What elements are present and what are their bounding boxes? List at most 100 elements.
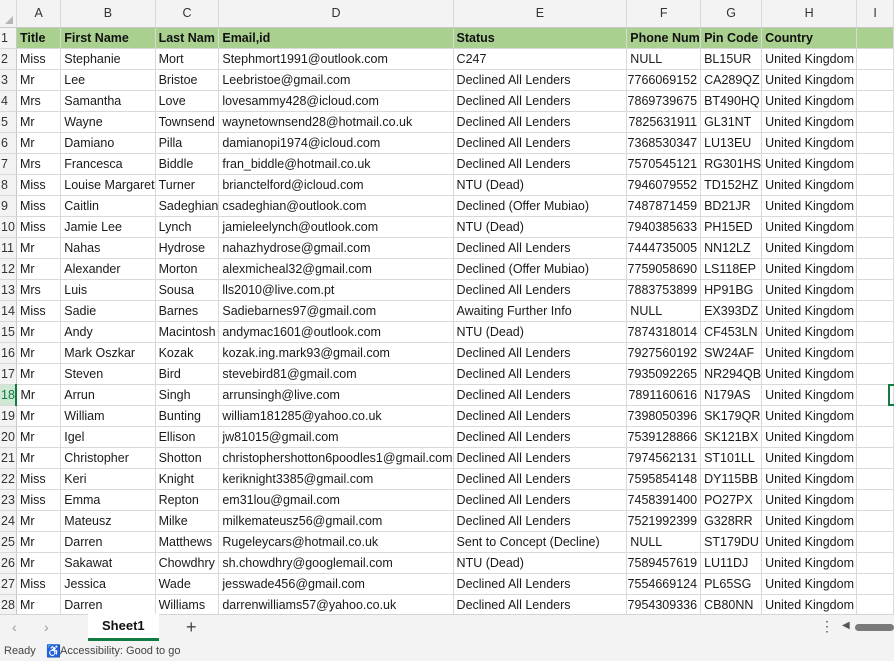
row-number[interactable]: 13 <box>0 279 17 301</box>
table-cell[interactable]: 7539128866 <box>626 426 702 448</box>
table-cell[interactable] <box>856 90 894 112</box>
row-number[interactable]: 12 <box>0 258 17 280</box>
table-cell[interactable]: Mr <box>16 111 62 133</box>
table-cell[interactable]: Mateusz <box>60 510 156 532</box>
table-cell[interactable]: Francesca <box>60 153 156 175</box>
table-cell[interactable]: csadeghian@outlook.com <box>218 195 454 217</box>
table-cell[interactable]: Declined All Lenders <box>453 447 628 469</box>
table-cell[interactable]: United Kingdom <box>761 48 858 70</box>
table-cell[interactable]: 7940385633 <box>626 216 702 238</box>
row-number[interactable]: 2 <box>0 48 17 70</box>
column-header-a[interactable]: A <box>16 0 62 28</box>
table-cell[interactable]: Declined All Lenders <box>453 237 628 259</box>
table-cell[interactable]: milkemateusz56@gmail.com <box>218 510 454 532</box>
table-cell[interactable]: 7954309336 <box>626 594 702 614</box>
table-cell[interactable]: Kozak <box>155 342 220 364</box>
table-cell[interactable] <box>856 216 894 238</box>
table-cell[interactable]: keriknight3385@gmail.com <box>218 468 454 490</box>
table-cell[interactable]: christophershotton6poodles1@gmail.com <box>218 447 454 469</box>
table-cell[interactable]: Mr <box>16 237 62 259</box>
table-cell[interactable]: Shotton <box>155 447 220 469</box>
header-cell[interactable]: Last Nam <box>155 27 220 49</box>
prev-sheet-button[interactable]: ‹ <box>12 619 17 635</box>
table-cell[interactable] <box>856 447 894 469</box>
table-cell[interactable]: 7766069152 <box>626 69 702 91</box>
table-cell[interactable]: Igel <box>60 426 156 448</box>
table-cell[interactable]: C247 <box>453 48 628 70</box>
table-cell[interactable] <box>856 363 894 385</box>
header-cell[interactable]: First Name <box>60 27 156 49</box>
table-cell[interactable]: Mrs <box>16 90 62 112</box>
table-cell[interactable]: Miss <box>16 174 62 196</box>
table-cell[interactable]: Mr <box>16 426 62 448</box>
header-cell[interactable]: Phone Num <box>626 27 702 49</box>
table-cell[interactable]: nahazhydrose@gmail.com <box>218 237 454 259</box>
table-cell[interactable]: Declined All Lenders <box>453 279 628 301</box>
table-cell[interactable]: 7946079552 <box>626 174 702 196</box>
table-cell[interactable]: Pilla <box>155 132 220 154</box>
table-cell[interactable]: Matthews <box>155 531 220 553</box>
table-cell[interactable]: 7398050396 <box>626 405 702 427</box>
table-cell[interactable]: em31lou@gmail.com <box>218 489 454 511</box>
table-cell[interactable]: kozak.ing.mark93@gmail.com <box>218 342 454 364</box>
table-cell[interactable]: 7874318014 <box>626 321 702 343</box>
table-cell[interactable]: Wayne <box>60 111 156 133</box>
table-cell[interactable]: Sakawat <box>60 552 156 574</box>
column-header-f[interactable]: F <box>626 0 702 28</box>
row-number[interactable]: 5 <box>0 111 17 133</box>
table-cell[interactable]: Declined All Lenders <box>453 510 628 532</box>
table-cell[interactable] <box>856 48 894 70</box>
table-cell[interactable]: Sousa <box>155 279 220 301</box>
table-cell[interactable]: EX393DZ <box>700 300 763 322</box>
table-cell[interactable]: United Kingdom <box>761 510 858 532</box>
table-cell[interactable]: 7883753899 <box>626 279 702 301</box>
table-cell[interactable]: 7974562131 <box>626 447 702 469</box>
table-cell[interactable]: Chowdhry <box>155 552 220 574</box>
table-cell[interactable]: Mr <box>16 321 62 343</box>
table-cell[interactable]: United Kingdom <box>761 342 858 364</box>
column-header-g[interactable]: G <box>700 0 763 28</box>
accessibility-icon[interactable]: ♿ <box>46 641 61 661</box>
table-cell[interactable]: Damiano <box>60 132 156 154</box>
table-cell[interactable]: SW24AF <box>700 342 763 364</box>
table-cell[interactable]: NULL <box>626 48 702 70</box>
table-cell[interactable]: Arrun <box>60 384 156 406</box>
table-cell[interactable]: Sadiebarnes97@gmail.com <box>218 300 454 322</box>
table-cell[interactable]: Mr <box>16 69 62 91</box>
table-cell[interactable] <box>856 111 894 133</box>
table-cell[interactable]: BT490HQ <box>700 90 763 112</box>
table-cell[interactable] <box>856 489 894 511</box>
table-cell[interactable]: LS118EP <box>700 258 763 280</box>
table-cell[interactable] <box>856 510 894 532</box>
table-cell[interactable]: Declined All Lenders <box>453 342 628 364</box>
table-cell[interactable]: Steven <box>60 363 156 385</box>
table-cell[interactable]: Mr <box>16 531 62 553</box>
table-cell[interactable]: Macintosh <box>155 321 220 343</box>
table-cell[interactable]: 7554669124 <box>626 573 702 595</box>
header-cell[interactable]: Status <box>453 27 628 49</box>
table-cell[interactable]: LU11DJ <box>700 552 763 574</box>
table-cell[interactable] <box>856 279 894 301</box>
table-cell[interactable]: NTU (Dead) <box>453 174 628 196</box>
table-cell[interactable]: BL15UR <box>700 48 763 70</box>
table-cell[interactable]: Stephmort1991@outlook.com <box>218 48 454 70</box>
row-number[interactable]: 6 <box>0 132 17 154</box>
table-cell[interactable]: Stephanie <box>60 48 156 70</box>
table-cell[interactable]: 7869739675 <box>626 90 702 112</box>
table-cell[interactable] <box>856 573 894 595</box>
table-cell[interactable]: Mr <box>16 258 62 280</box>
table-cell[interactable]: United Kingdom <box>761 594 858 614</box>
table-cell[interactable]: Leebristoe@gmail.com <box>218 69 454 91</box>
table-cell[interactable]: sh.chowdhry@googlemail.com <box>218 552 454 574</box>
table-cell[interactable]: Darren <box>60 594 156 614</box>
table-cell[interactable]: Jessica <box>60 573 156 595</box>
header-cell[interactable]: Email,id <box>218 27 454 49</box>
table-cell[interactable]: United Kingdom <box>761 468 858 490</box>
table-cell[interactable] <box>856 195 894 217</box>
table-cell[interactable]: Declined All Lenders <box>453 468 628 490</box>
table-cell[interactable]: Bristoe <box>155 69 220 91</box>
row-number[interactable]: 3 <box>0 69 17 91</box>
table-cell[interactable]: United Kingdom <box>761 321 858 343</box>
row-number[interactable]: 4 <box>0 90 17 112</box>
table-cell[interactable]: Darren <box>60 531 156 553</box>
